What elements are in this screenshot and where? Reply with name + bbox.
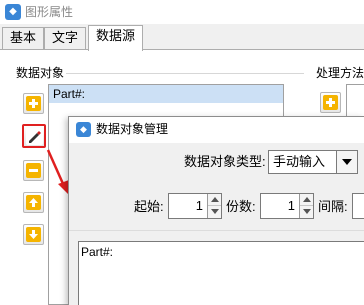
content-textarea[interactable]: Part#: xyxy=(78,241,364,305)
chevron-down-icon[interactable] xyxy=(336,151,357,173)
object-type-label: 数据对象类型: xyxy=(184,154,266,169)
move-down-icon xyxy=(26,227,41,242)
remove-button[interactable] xyxy=(23,160,44,181)
interval-label: 间隔: xyxy=(318,199,348,214)
edit-icon xyxy=(26,128,43,145)
tab-basic[interactable]: 基本 xyxy=(2,27,45,49)
spin-down-icon[interactable] xyxy=(208,206,221,218)
spin-up-icon[interactable] xyxy=(208,194,221,206)
interval-spinner[interactable] xyxy=(352,193,364,219)
tab-datasource[interactable]: 数据源 xyxy=(88,25,144,51)
spin-down-icon[interactable] xyxy=(300,206,313,218)
add-icon xyxy=(323,95,338,110)
add-button[interactable] xyxy=(23,93,44,114)
edit-button[interactable] xyxy=(22,124,46,148)
copies-spinner-buttons[interactable] xyxy=(299,194,313,218)
processing-label: 处理方法 xyxy=(316,66,364,80)
start-spinner-buttons[interactable] xyxy=(207,194,221,218)
data-objects-group-line xyxy=(66,73,304,74)
dialog-divider xyxy=(69,230,364,231)
copies-label: 份数: xyxy=(226,199,256,214)
dialog-app-icon: ◆ xyxy=(76,122,91,137)
dialog-title: 数据对象管理 xyxy=(96,122,169,136)
app-icon: ◆ xyxy=(5,4,21,20)
spin-up-icon[interactable] xyxy=(300,194,313,206)
remove-icon xyxy=(26,163,41,178)
move-up-icon xyxy=(26,195,41,210)
start-label: 起始: xyxy=(134,199,164,214)
data-objects-label: 数据对象 xyxy=(16,66,65,80)
window-title: 图形属性 xyxy=(25,5,74,19)
processing-add-button[interactable] xyxy=(320,92,341,113)
list-item[interactable]: Part#: xyxy=(49,85,283,103)
add-icon xyxy=(26,96,41,111)
tab-text[interactable]: 文字 xyxy=(44,27,87,49)
move-down-button[interactable] xyxy=(23,224,44,245)
move-up-button[interactable] xyxy=(23,192,44,213)
